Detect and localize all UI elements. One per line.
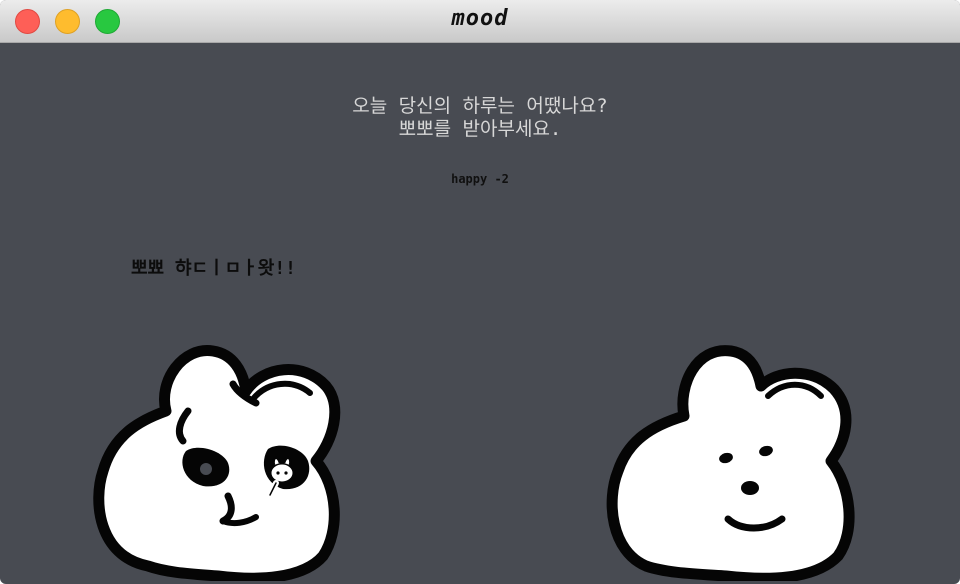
bunny-speech-text: 뽀뾰 햐ㄷㅣㅁㅏ왓!!: [131, 258, 296, 279]
app-window: mood 오늘 당신의 하루는 어땠나요? 뽀뽀를 받아부세요. happy -…: [0, 0, 960, 584]
main-content: 오늘 당신의 하루는 어땠나요? 뽀뽀를 받아부세요. happy -2 뽀뾰 …: [0, 43, 960, 584]
mood-status: happy -2: [451, 172, 509, 186]
title-bar[interactable]: mood: [0, 0, 960, 43]
sad-bunny-drawing: [93, 345, 341, 581]
sad-bunny-icon[interactable]: [88, 311, 348, 581]
happy-bunny-drawing: [606, 345, 855, 581]
question-text: 오늘 당신의 하루는 어땠나요?: [352, 95, 608, 117]
window-title: mood: [451, 6, 509, 31]
instruction-text: 뽀뽀를 받아부세요.: [398, 118, 562, 140]
happy-bunny-icon[interactable]: [606, 311, 866, 581]
